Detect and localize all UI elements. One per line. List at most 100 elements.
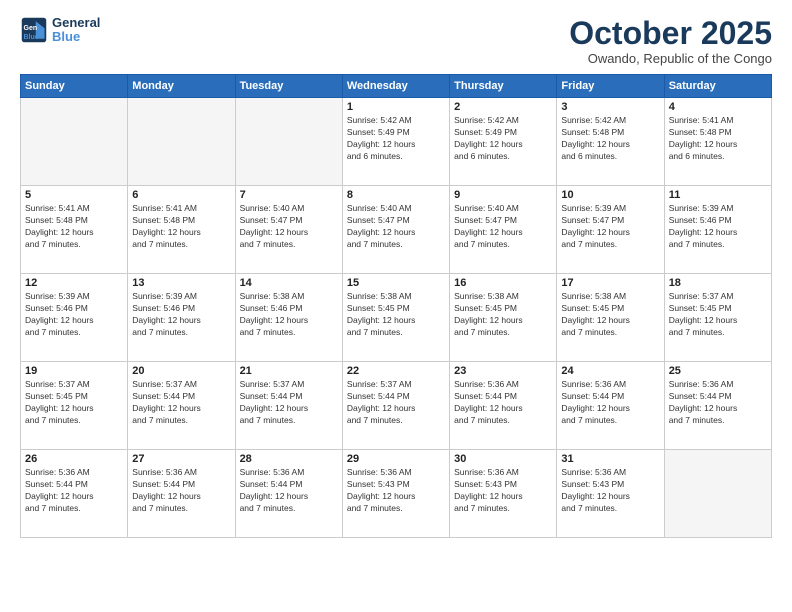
day-number: 31 (561, 453, 659, 465)
calendar-cell: 17Sunrise: 5:38 AM Sunset: 5:45 PM Dayli… (557, 274, 664, 362)
day-info: Sunrise: 5:36 AM Sunset: 5:43 PM Dayligh… (454, 467, 552, 515)
day-info: Sunrise: 5:37 AM Sunset: 5:45 PM Dayligh… (669, 291, 767, 339)
weekday-header: Friday (557, 75, 664, 98)
day-number: 3 (561, 101, 659, 113)
month-title: October 2025 (569, 16, 772, 51)
weekday-header: Wednesday (342, 75, 449, 98)
day-number: 14 (240, 277, 338, 289)
calendar-cell: 8 Sunrise: 5:40 AM Sunset: 5:47 PM Daylig… (342, 186, 449, 274)
day-info: Sunrise: 5:42 AM Sunset: 5:48 PM Dayligh… (561, 115, 659, 163)
weekday-header-row: SundayMondayTuesdayWednesdayThursdayFrid… (21, 75, 772, 98)
day-info: Sunrise: 5:37 AM Sunset: 5:44 PM Dayligh… (240, 379, 338, 427)
day-info: Sunrise: 5:38 AM Sunset: 5:45 PM Dayligh… (454, 291, 552, 339)
day-number: 4 (669, 101, 767, 113)
day-number: 6 (132, 189, 230, 201)
calendar-cell: 11 Sunrise: 5:39 AM Sunset: 5:46 PM Dayli… (664, 186, 771, 274)
calendar-cell: 3 Sunrise: 5:42 AM Sunset: 5:48 PM Daylig… (557, 98, 664, 186)
day-number: 20 (132, 365, 230, 377)
day-info: Sunrise: 5:41 AM Sunset: 5:48 PM Dayligh… (25, 203, 123, 251)
calendar-cell: 4 Sunrise: 5:41 AM Sunset: 5:48 PM Daylig… (664, 98, 771, 186)
day-number: 25 (669, 365, 767, 377)
calendar-cell: 24 Sunrise: 5:36 AM Sunset: 5:44 PM Dayli… (557, 362, 664, 450)
day-number: 7 (240, 189, 338, 201)
logo-line2: Blue (52, 29, 80, 44)
day-info: Sunrise: 5:37 AM Sunset: 5:44 PM Dayligh… (347, 379, 445, 427)
day-number: 26 (25, 453, 123, 465)
subtitle: Owando, Republic of the Congo (569, 51, 772, 66)
calendar-week-row: 12 Sunrise: 5:39 AM Sunset: 5:46 PM Dayli… (21, 274, 772, 362)
day-info: Sunrise: 5:40 AM Sunset: 5:47 PM Dayligh… (454, 203, 552, 251)
calendar-cell: 2 Sunrise: 5:42 AM Sunset: 5:49 PM Daylig… (450, 98, 557, 186)
logo-text: General Blue (52, 16, 100, 45)
day-info: Sunrise: 5:39 AM Sunset: 5:46 PM Dayligh… (132, 291, 230, 339)
day-info: Sunrise: 5:42 AM Sunset: 5:49 PM Dayligh… (454, 115, 552, 163)
day-info: Sunrise: 5:39 AM Sunset: 5:47 PM Dayligh… (561, 203, 659, 251)
day-info: Sunrise: 5:36 AM Sunset: 5:44 PM Dayligh… (454, 379, 552, 427)
day-number: 17 (561, 277, 659, 289)
calendar-cell: 27 Sunrise: 5:36 AM Sunset: 5:44 PM Dayli… (128, 450, 235, 538)
day-number: 27 (132, 453, 230, 465)
calendar-cell: 9Sunrise: 5:40 AM Sunset: 5:47 PM Daylig… (450, 186, 557, 274)
calendar-cell: 18 Sunrise: 5:37 AM Sunset: 5:45 PM Dayli… (664, 274, 771, 362)
calendar-cell: 6 Sunrise: 5:41 AM Sunset: 5:48 PM Daylig… (128, 186, 235, 274)
day-info: Sunrise: 5:40 AM Sunset: 5:47 PM Dayligh… (240, 203, 338, 251)
day-number: 21 (240, 365, 338, 377)
calendar-cell (664, 450, 771, 538)
day-info: Sunrise: 5:39 AM Sunset: 5:46 PM Dayligh… (669, 203, 767, 251)
day-number: 30 (454, 453, 552, 465)
day-info: Sunrise: 5:41 AM Sunset: 5:48 PM Dayligh… (132, 203, 230, 251)
calendar-cell: 12 Sunrise: 5:39 AM Sunset: 5:46 PM Dayli… (21, 274, 128, 362)
calendar-week-row: 26 Sunrise: 5:36 AM Sunset: 5:44 PM Dayli… (21, 450, 772, 538)
weekday-header: Monday (128, 75, 235, 98)
day-number: 2 (454, 101, 552, 113)
calendar-cell: 30 Sunrise: 5:36 AM Sunset: 5:43 PM Dayli… (450, 450, 557, 538)
day-number: 8 (347, 189, 445, 201)
calendar-week-row: 1Sunrise: 5:42 AM Sunset: 5:49 PM Daylig… (21, 98, 772, 186)
logo-icon: Gen Blue (20, 16, 48, 44)
day-info: Sunrise: 5:36 AM Sunset: 5:44 PM Dayligh… (561, 379, 659, 427)
day-info: Sunrise: 5:38 AM Sunset: 5:45 PM Dayligh… (347, 291, 445, 339)
calendar-cell: 28 Sunrise: 5:36 AM Sunset: 5:44 PM Dayli… (235, 450, 342, 538)
day-info: Sunrise: 5:41 AM Sunset: 5:48 PM Dayligh… (669, 115, 767, 163)
weekday-header: Sunday (21, 75, 128, 98)
calendar-cell: 19Sunrise: 5:37 AM Sunset: 5:45 PM Dayli… (21, 362, 128, 450)
day-info: Sunrise: 5:40 AM Sunset: 5:47 PM Dayligh… (347, 203, 445, 251)
day-info: Sunrise: 5:36 AM Sunset: 5:44 PM Dayligh… (25, 467, 123, 515)
day-number: 11 (669, 189, 767, 201)
day-number: 22 (347, 365, 445, 377)
day-number: 23 (454, 365, 552, 377)
day-info: Sunrise: 5:37 AM Sunset: 5:44 PM Dayligh… (132, 379, 230, 427)
day-info: Sunrise: 5:42 AM Sunset: 5:49 PM Dayligh… (347, 115, 445, 163)
day-number: 13 (132, 277, 230, 289)
calendar-cell: 7 Sunrise: 5:40 AM Sunset: 5:47 PM Daylig… (235, 186, 342, 274)
calendar-cell: 15 Sunrise: 5:38 AM Sunset: 5:45 PM Dayli… (342, 274, 449, 362)
calendar-cell: 23 Sunrise: 5:36 AM Sunset: 5:44 PM Dayli… (450, 362, 557, 450)
day-number: 15 (347, 277, 445, 289)
calendar-cell: 20 Sunrise: 5:37 AM Sunset: 5:44 PM Dayli… (128, 362, 235, 450)
day-number: 12 (25, 277, 123, 289)
weekday-header: Thursday (450, 75, 557, 98)
day-info: Sunrise: 5:36 AM Sunset: 5:44 PM Dayligh… (240, 467, 338, 515)
calendar-cell (21, 98, 128, 186)
day-number: 18 (669, 277, 767, 289)
svg-text:Gen: Gen (24, 25, 38, 32)
day-number: 28 (240, 453, 338, 465)
calendar-cell: 22 Sunrise: 5:37 AM Sunset: 5:44 PM Dayli… (342, 362, 449, 450)
calendar-cell: 13 Sunrise: 5:39 AM Sunset: 5:46 PM Dayli… (128, 274, 235, 362)
logo: Gen Blue General Blue (20, 16, 100, 45)
calendar-cell: 26 Sunrise: 5:36 AM Sunset: 5:44 PM Dayli… (21, 450, 128, 538)
day-info: Sunrise: 5:37 AM Sunset: 5:45 PM Dayligh… (25, 379, 123, 427)
calendar-cell: 31Sunrise: 5:36 AM Sunset: 5:43 PM Dayli… (557, 450, 664, 538)
calendar-cell (128, 98, 235, 186)
calendar-cell: 25Sunrise: 5:36 AM Sunset: 5:44 PM Dayli… (664, 362, 771, 450)
day-number: 24 (561, 365, 659, 377)
calendar-table: SundayMondayTuesdayWednesdayThursdayFrid… (20, 74, 772, 538)
day-info: Sunrise: 5:36 AM Sunset: 5:44 PM Dayligh… (132, 467, 230, 515)
page: Gen Blue General Blue October 2025 Owand… (0, 0, 792, 612)
day-info: Sunrise: 5:39 AM Sunset: 5:46 PM Dayligh… (25, 291, 123, 339)
day-info: Sunrise: 5:36 AM Sunset: 5:43 PM Dayligh… (347, 467, 445, 515)
calendar-cell: 29Sunrise: 5:36 AM Sunset: 5:43 PM Dayli… (342, 450, 449, 538)
day-info: Sunrise: 5:38 AM Sunset: 5:46 PM Dayligh… (240, 291, 338, 339)
weekday-header: Tuesday (235, 75, 342, 98)
day-number: 16 (454, 277, 552, 289)
